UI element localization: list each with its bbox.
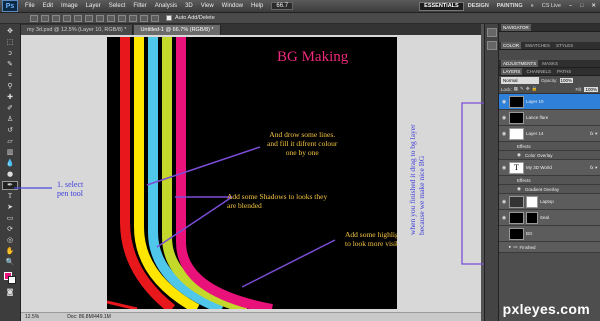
folder-icon: ▭ [513, 244, 518, 249]
layer-thumbnail [509, 195, 524, 208]
layer-name: Laptop [540, 199, 554, 204]
navigator-tab-row: NAVIGATOR [499, 24, 600, 32]
status-doc-size: Doc: 86.8M/449.1M [67, 314, 111, 320]
layer-mask-thumbnail[interactable] [526, 195, 538, 208]
layer-row[interactable]: ◉ Seal [499, 210, 600, 226]
fx-icon[interactable]: fx ▾ [590, 165, 597, 171]
eye-icon[interactable]: ◉ [501, 131, 507, 137]
layer-mask-thumbnail[interactable] [526, 211, 538, 224]
panel-dock-strip [484, 24, 498, 321]
eye-icon[interactable]: ◉ [501, 199, 507, 205]
layer-name: Lance flare [526, 115, 549, 120]
layer-group-row[interactable]: ▸ ▭ Finshed [499, 242, 600, 253]
effect-name: Gradient Overlay [524, 186, 559, 192]
lock-transparency-icon[interactable]: ▦ [514, 86, 518, 92]
actions-panel-icon[interactable] [486, 41, 497, 50]
effects-row: Effects [499, 176, 600, 185]
annotation-drag-to-bg: when you finished it drag to bg layer be… [408, 124, 426, 235]
layer-thumbnail [509, 211, 524, 224]
layer-thumbnail [509, 111, 524, 124]
lock-all-icon[interactable]: 🔒 [532, 86, 538, 92]
effects-label: Effects [517, 177, 531, 183]
layer-name: Layer 14 [526, 131, 544, 136]
tab-adjustments[interactable]: ADJUSTMENTS [501, 60, 539, 67]
eye-icon[interactable] [501, 231, 507, 237]
watermark-text: pxleyes.com [502, 301, 590, 317]
navigator-panel-body [499, 32, 600, 42]
blend-row: Normal Opacity: 100% [499, 76, 600, 85]
panels-column: NAVIGATOR COLOR SWATCHES STYLES ADJUSTME… [498, 24, 600, 321]
tab-channels[interactable]: CHANNELS [524, 68, 553, 75]
annotation-select-pen-tool: 1. select pen tool [57, 180, 84, 198]
effect-row[interactable]: ◉ Color Overlay [499, 151, 600, 160]
lock-position-icon[interactable]: ✥ [526, 86, 530, 92]
tab-swatches[interactable]: SWATCHES [523, 42, 552, 49]
fx-icon[interactable]: fx ▾ [590, 131, 597, 137]
opacity-input[interactable]: 100% [559, 78, 574, 83]
layer-row[interactable]: ◉ Layer 14 fx ▾ [499, 126, 600, 142]
color-panel-body [499, 50, 600, 60]
eye-icon[interactable]: ◉ [501, 115, 507, 121]
opacity-label: Opacity: [541, 78, 558, 83]
text-layer-thumbnail: T [509, 161, 524, 174]
layer-row[interactable]: ◉ Lance flare [499, 110, 600, 126]
tab-paths[interactable]: PATHS [555, 68, 573, 75]
expand-triangle-icon[interactable]: ▸ [509, 244, 511, 250]
layer-name: Seal [540, 215, 550, 220]
layer-row[interactable]: ◉ Layer 10 [499, 94, 600, 110]
tab-color[interactable]: COLOR [501, 42, 522, 49]
layer-thumbnail [509, 95, 524, 108]
layer-name: Layer 10 [526, 99, 544, 104]
eye-icon[interactable] [501, 244, 507, 250]
eye-icon[interactable]: ◉ [501, 165, 507, 171]
tab-navigator[interactable]: NAVIGATOR [501, 24, 531, 31]
lock-row: Lock: ▦ ✎ ✥ 🔒 Fill: 100% [499, 85, 600, 94]
layer-thumbnail [509, 227, 524, 240]
layers-list: ◉ Layer 10 ◉ Lance flare ◉ Layer 14 fx ▾… [499, 94, 600, 253]
eye-icon[interactable]: ◉ [501, 215, 507, 221]
tab-styles[interactable]: STYLES [554, 42, 575, 49]
group-name: Finshed [519, 244, 536, 250]
adjustments-tab-row: ADJUSTMENTS MASKS [499, 60, 600, 68]
blend-mode-select[interactable]: Normal [501, 77, 539, 84]
eye-icon[interactable]: ◉ [501, 99, 507, 105]
eye-icon[interactable]: ◉ [517, 186, 521, 192]
layer-row[interactable]: ◉ Laptop [499, 194, 600, 210]
layer-row[interactable]: BG [499, 226, 600, 242]
tab-masks[interactable]: MASKS [540, 60, 560, 67]
effects-label: Effects [517, 143, 531, 149]
effect-name: Color Overlay [524, 152, 553, 158]
effect-row[interactable]: ◉ Gradient Overlay [499, 185, 600, 194]
lock-pixels-icon[interactable]: ✎ [520, 86, 524, 92]
status-zoom[interactable]: 12.5% [25, 314, 39, 320]
layer-row[interactable]: ◉ T My 3D World fx ▾ [499, 160, 600, 176]
lock-label: Lock: [501, 86, 512, 92]
layer-name: BG [526, 231, 533, 236]
eye-icon[interactable]: ◉ [517, 152, 521, 158]
effects-row: Effects [499, 142, 600, 151]
layers-tab-row: LAYERS CHANNELS PATHS [499, 68, 600, 76]
layer-thumbnail [509, 127, 524, 140]
history-panel-icon[interactable] [486, 28, 497, 37]
fill-label: Fill: [575, 86, 583, 92]
color-tab-row: COLOR SWATCHES STYLES [499, 42, 600, 50]
layer-name: My 3D World [526, 165, 552, 170]
status-bar: 12.5% Doc: 86.8M/449.1M [21, 312, 481, 321]
tab-layers[interactable]: LAYERS [501, 68, 523, 75]
fill-input[interactable]: 100% [584, 86, 598, 92]
